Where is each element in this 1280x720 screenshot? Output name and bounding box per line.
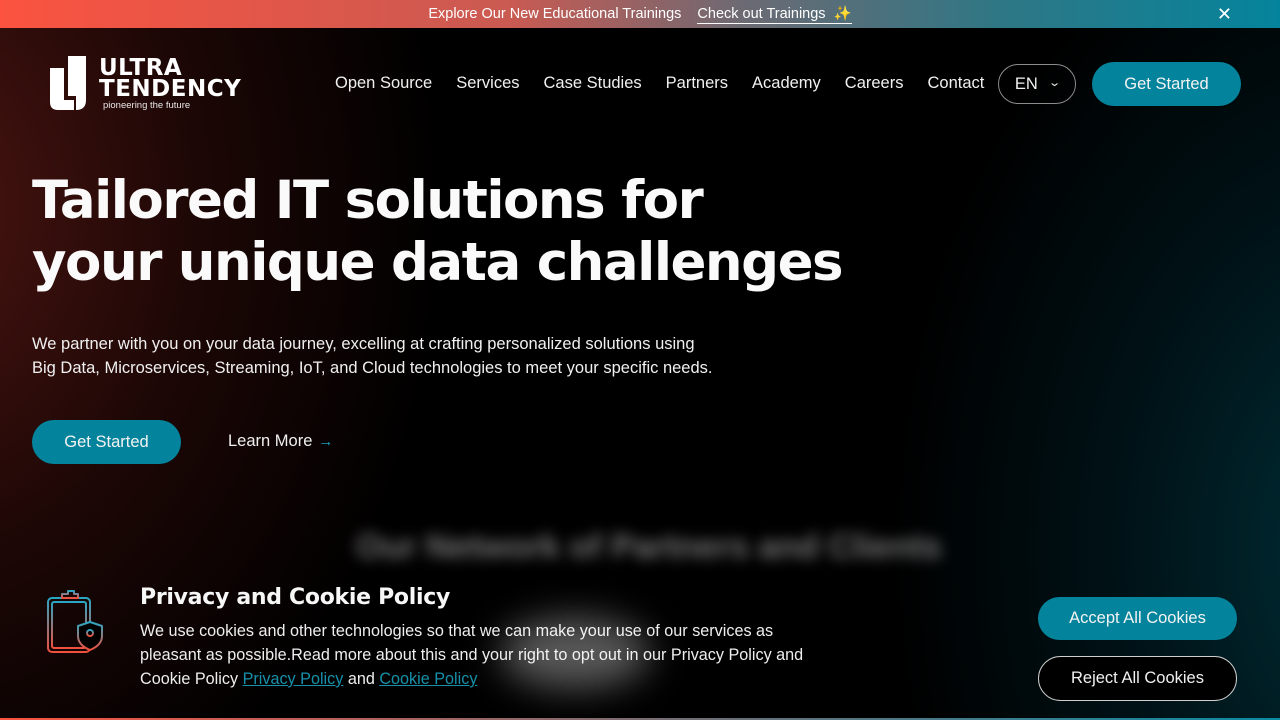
- check-out-trainings-link[interactable]: Check out Trainings ✨: [697, 5, 852, 24]
- accept-all-cookies-button[interactable]: Accept All Cookies: [1038, 597, 1237, 640]
- logo[interactable]: ULTRA TENDENCY pioneering the future: [50, 55, 241, 112]
- cookie-text-line: We use cookies and other technologies so…: [140, 622, 774, 640]
- promo-banner: Explore Our New Educational Trainings Ch…: [0, 0, 1280, 28]
- cookie-policy-link[interactable]: Cookie Policy: [379, 670, 477, 688]
- logo-mark-icon: [50, 56, 86, 110]
- reject-all-cookies-button[interactable]: Reject All Cookies: [1038, 656, 1237, 701]
- cookie-text-prefix: Cookie Policy: [140, 670, 243, 688]
- close-icon[interactable]: ✕: [1217, 4, 1232, 24]
- promo-text: Explore Our New Educational Trainings: [428, 6, 682, 22]
- hero-title-line: Tailored IT solutions for: [32, 170, 704, 231]
- nav-careers[interactable]: Careers: [845, 74, 904, 93]
- cookie-text-line: pleasant as possible.Read more about thi…: [140, 646, 804, 664]
- hero-section: ULTRA TENDENCY pioneering the future Ope…: [0, 28, 1280, 720]
- clipboard-shield-icon: [47, 590, 103, 653]
- language-value: EN: [1014, 74, 1038, 93]
- nav-contact[interactable]: Contact: [927, 74, 984, 93]
- header-get-started-button[interactable]: Get Started: [1092, 62, 1241, 106]
- cookie-title: Privacy and Cookie Policy: [140, 585, 450, 610]
- cookie-text: We use cookies and other technologies so…: [140, 619, 840, 691]
- chevron-down-icon: ⌄: [1048, 77, 1061, 89]
- learn-more-label: Learn More: [228, 432, 313, 450]
- cookie-banner: Privacy and Cookie Policy We use cookies…: [0, 578, 1280, 720]
- nav-open-source[interactable]: Open Source: [335, 74, 432, 93]
- hero-get-started-button[interactable]: Get Started: [32, 420, 181, 464]
- arrow-right-icon: →: [318, 433, 334, 450]
- hero-subtitle-line: Big Data, Microservices, Streaming, IoT,…: [32, 359, 713, 377]
- privacy-policy-link[interactable]: Privacy Policy: [243, 670, 344, 688]
- cookie-text-and: and: [343, 670, 380, 688]
- hero-title-line: your unique data challenges: [32, 232, 844, 293]
- learn-more-link[interactable]: Learn More →: [228, 432, 333, 451]
- promo-link-label: Check out Trainings: [697, 5, 826, 22]
- sparkle-icon: ✨: [833, 5, 852, 22]
- logo-tagline: pioneering the future: [103, 100, 191, 111]
- nav-partners[interactable]: Partners: [666, 74, 728, 93]
- hero-title: Tailored IT solutions for your unique da…: [32, 170, 844, 294]
- hero-subtitle: We partner with you on your data journey…: [32, 332, 752, 380]
- cookie-text-line: Cookie Policy Privacy Policy and Cookie …: [140, 667, 840, 691]
- main-nav: Open Source Services Case Studies Partne…: [335, 74, 984, 93]
- nav-case-studies[interactable]: Case Studies: [544, 74, 642, 93]
- nav-academy[interactable]: Academy: [752, 74, 821, 93]
- partners-heading-blurred: Our Network of Partners and Clients: [356, 528, 942, 566]
- hero-subtitle-line: We partner with you on your data journey…: [32, 335, 695, 353]
- nav-services[interactable]: Services: [456, 74, 519, 93]
- logo-text-tendency: TENDENCY: [99, 76, 242, 102]
- language-select[interactable]: EN ⌄: [998, 64, 1076, 104]
